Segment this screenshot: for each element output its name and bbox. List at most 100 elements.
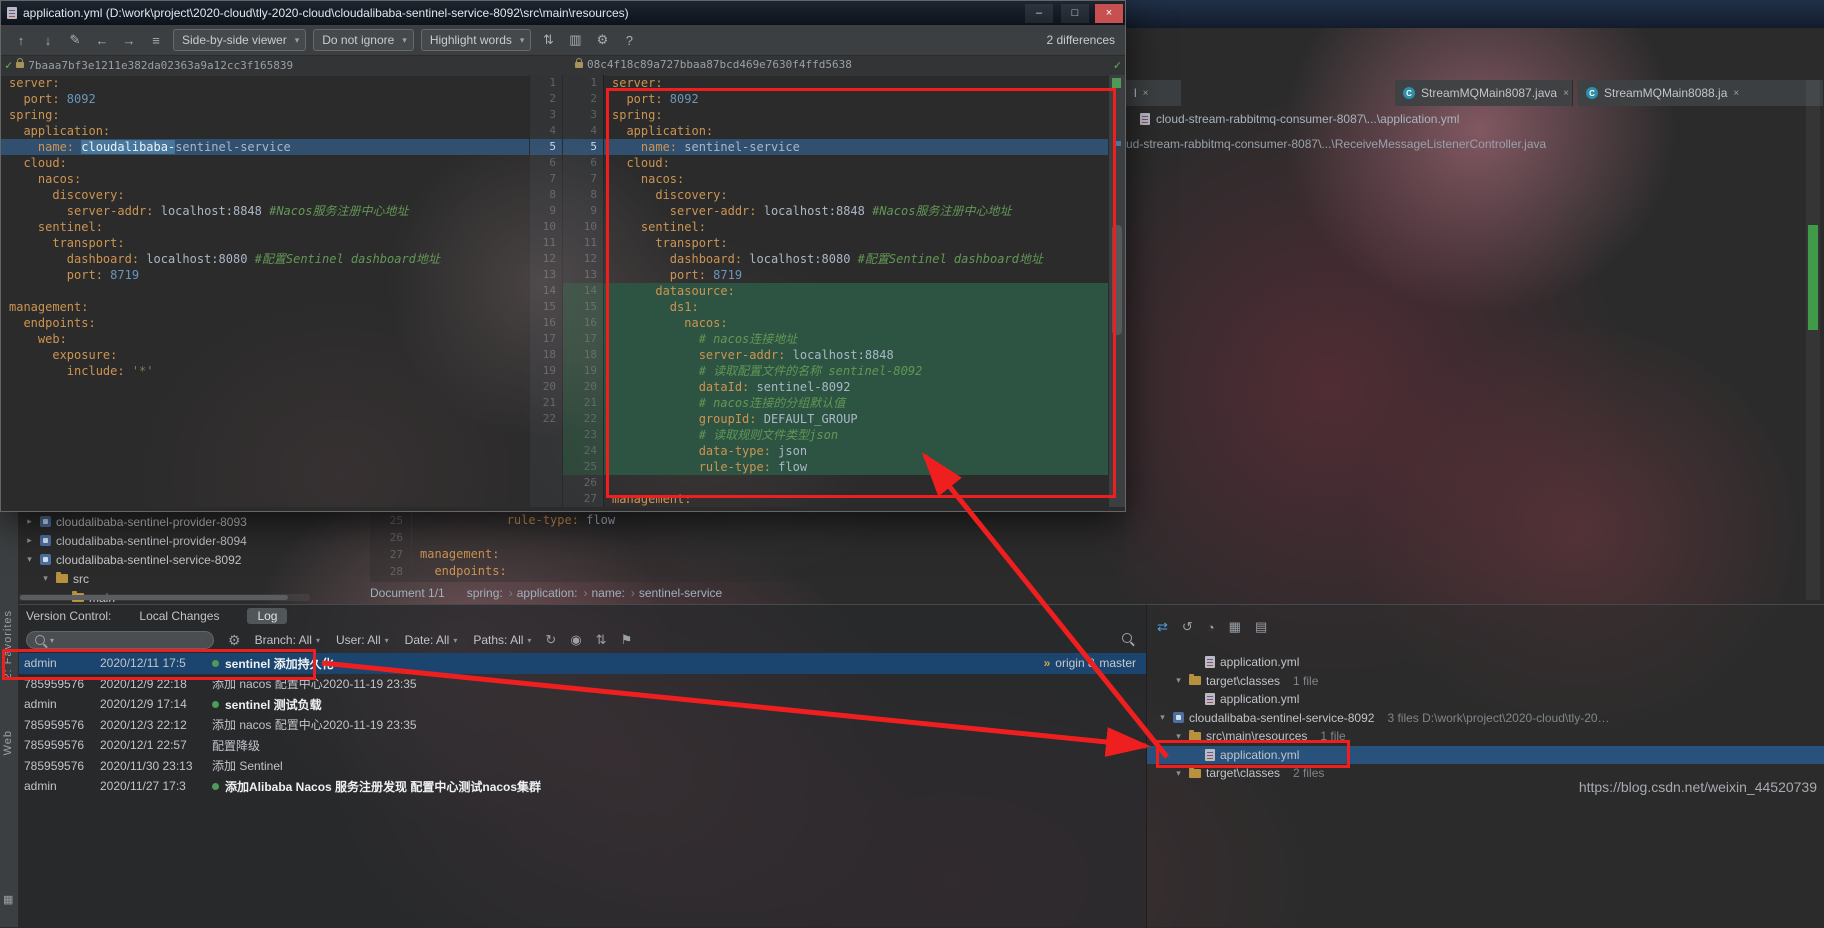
- project-tree-hscrollbar[interactable]: [18, 594, 310, 601]
- expand-arrow-icon[interactable]: ▾: [40, 573, 51, 584]
- project-tree-row[interactable]: ▸cloudalibaba-sentinel-provider-8094: [18, 531, 374, 550]
- yaml-breadcrumbs[interactable]: spring: application:name: sentinel-service: [467, 586, 728, 600]
- changed-file-row[interactable]: application.yml: [1147, 653, 1824, 672]
- sync-scroll-icon[interactable]: ⇅: [538, 32, 558, 48]
- toolwindow-grid-icon[interactable]: ▦: [3, 893, 13, 906]
- right-code-line[interactable]: sentinel:: [604, 219, 1108, 235]
- yaml-breadcrumb-item[interactable]: sentinel-service: [639, 586, 728, 600]
- prev-difference-button[interactable]: ↑: [11, 33, 31, 48]
- history-icon[interactable]: ◔: [1207, 620, 1215, 635]
- expand-arrow-icon[interactable]: ▾: [1157, 712, 1168, 723]
- project-tree-row[interactable]: ▸cloudalibaba-sentinel-provider-8093: [18, 512, 374, 531]
- project-tree-row[interactable]: ▾src: [18, 569, 374, 588]
- commit-row[interactable]: 7859595762020/12/1 22:57配置降级: [18, 735, 1146, 756]
- left-code-line[interactable]: dashboard: localhost:8080 #配置Sentinel da…: [1, 251, 529, 267]
- list-icon[interactable]: ≡: [146, 33, 166, 48]
- left-code-line[interactable]: [1, 283, 529, 299]
- right-code-line[interactable]: [604, 475, 1108, 491]
- right-code-line[interactable]: groupId: DEFAULT_GROUP: [604, 411, 1108, 427]
- close-tab-icon[interactable]: ×: [1733, 88, 1739, 99]
- right-diff-editor[interactable]: server: port: 8092spring: application: n…: [604, 75, 1108, 507]
- group-by-icon[interactable]: ▦: [1229, 619, 1241, 635]
- refresh-icon[interactable]: ↻: [545, 632, 556, 648]
- editor-code-line[interactable]: management:: [412, 546, 1126, 563]
- tab-log[interactable]: Log: [247, 608, 287, 624]
- left-code-line[interactable]: exposure:: [1, 347, 529, 363]
- right-code-line[interactable]: datasource:: [604, 283, 1108, 299]
- right-code-line[interactable]: dashboard: localhost:8080 #配置Sentinel da…: [604, 251, 1108, 267]
- right-code-line[interactable]: spring:: [604, 107, 1108, 123]
- expand-arrow-icon[interactable]: ▾: [1173, 675, 1184, 686]
- right-code-line[interactable]: ds1:: [604, 299, 1108, 315]
- left-code-line[interactable]: management:: [1, 299, 529, 315]
- project-tree-row[interactable]: ▾cloudalibaba-sentinel-service-8092: [18, 550, 374, 569]
- editor-code[interactable]: rule-type: flow management: endpoints:: [412, 512, 1126, 582]
- editor-tab[interactable]: CStreamMQMain8087.java×: [1395, 80, 1573, 106]
- right-code-line[interactable]: server:: [604, 75, 1108, 91]
- left-code-line[interactable]: application:: [1, 123, 529, 139]
- left-code-line[interactable]: port: 8092: [1, 91, 529, 107]
- compare-icon[interactable]: ⇄: [1157, 619, 1168, 635]
- right-code-line[interactable]: server-addr: localhost:8848 #Nacos服务注册中心…: [604, 203, 1108, 219]
- yaml-breadcrumb-item[interactable]: application:: [517, 586, 588, 600]
- right-code-line[interactable]: cloud:: [604, 155, 1108, 171]
- dialog-titlebar[interactable]: application.yml (D:\work\project\2020-cl…: [1, 1, 1125, 25]
- file-breadcrumb-1[interactable]: cloud-stream-rabbitmq-consumer-8087\...\…: [1140, 110, 1459, 128]
- log-search-input[interactable]: ▾: [26, 631, 214, 649]
- left-code-line[interactable]: sentinel:: [1, 219, 529, 235]
- back-icon[interactable]: ←: [92, 33, 112, 48]
- commit-row[interactable]: 7859595762020/12/3 22:12添加 nacos 配置中心202…: [18, 715, 1146, 736]
- left-code-line[interactable]: include: '*': [1, 363, 529, 379]
- toolwindow-favorites[interactable]: 2: Favorites: [2, 610, 14, 679]
- right-code-line[interactable]: # nacos连接的分组默认值: [604, 395, 1108, 411]
- close-tab-icon[interactable]: ×: [1563, 88, 1569, 99]
- right-code-line[interactable]: rule-type: flow: [604, 459, 1108, 475]
- right-code-line[interactable]: # 读取配置文件的名称 sentinel-8092: [604, 363, 1108, 379]
- right-code-line[interactable]: server-addr: localhost:8848: [604, 347, 1108, 363]
- tab-local-changes[interactable]: Local Changes: [129, 608, 229, 624]
- left-code-line[interactable]: [1, 395, 529, 411]
- right-code-line[interactable]: data-type: json: [604, 443, 1108, 459]
- yaml-breadcrumb-item[interactable]: name:: [591, 586, 634, 600]
- next-difference-button[interactable]: ↓: [38, 33, 58, 48]
- highlight-mode-dropdown[interactable]: Highlight words: [421, 29, 532, 51]
- hscroll-thumb[interactable]: [20, 595, 288, 600]
- maximize-button[interactable]: □: [1061, 4, 1089, 23]
- diff-scrollbar[interactable]: [1108, 75, 1125, 507]
- left-code-line[interactable]: [1, 411, 529, 427]
- left-diff-editor[interactable]: server: port: 8092spring: application: n…: [1, 75, 529, 507]
- left-code-line[interactable]: discovery:: [1, 187, 529, 203]
- changed-file-row[interactable]: application.yml: [1147, 746, 1824, 765]
- viewer-mode-dropdown[interactable]: Side-by-side viewer: [173, 29, 306, 51]
- forward-icon[interactable]: →: [119, 33, 139, 48]
- commit-row[interactable]: admin2020/12/11 17:5sentinel 添加持久化»origi…: [18, 653, 1146, 674]
- commit-row[interactable]: admin2020/11/27 17:3添加Alibaba Nacos 服务注册…: [18, 776, 1146, 797]
- help-icon[interactable]: ?: [619, 33, 639, 48]
- yaml-breadcrumb-item[interactable]: spring:: [467, 586, 513, 600]
- right-code-line[interactable]: name: sentinel-service: [604, 139, 1108, 155]
- left-code-line[interactable]: cloud:: [1, 155, 529, 171]
- log-find-icon[interactable]: [1122, 632, 1132, 646]
- right-code-line[interactable]: discovery:: [604, 187, 1108, 203]
- expand-arrow-icon[interactable]: ▾: [1173, 768, 1184, 779]
- editor-code-line[interactable]: rule-type: flow: [412, 512, 1126, 529]
- commit-row[interactable]: 7859595762020/12/9 22:18添加 nacos 配置中心202…: [18, 674, 1146, 695]
- right-code-line[interactable]: port: 8092: [604, 91, 1108, 107]
- sort-icon[interactable]: ⇅: [596, 632, 607, 648]
- right-code-line[interactable]: # 读取规则文件类型json: [604, 427, 1108, 443]
- log-filter[interactable]: Paths: All: [473, 633, 531, 647]
- expand-arrow-icon[interactable]: ▾: [1173, 731, 1184, 742]
- expand-arrow-icon[interactable]: ▸: [24, 516, 35, 527]
- toolwindow-web[interactable]: Web: [2, 730, 14, 755]
- right-code-line[interactable]: port: 8719: [604, 267, 1108, 283]
- left-code-line[interactable]: port: 8719: [1, 267, 529, 283]
- changed-file-row[interactable]: ▾cloudalibaba-sentinel-service-80923 fil…: [1147, 709, 1824, 728]
- right-code-line[interactable]: management:: [604, 491, 1108, 507]
- editor-code-line[interactable]: endpoints:: [412, 563, 1126, 580]
- right-code-line[interactable]: dataId: sentinel-8092: [604, 379, 1108, 395]
- minimize-button[interactable]: –: [1025, 4, 1053, 23]
- right-code-line[interactable]: application:: [604, 123, 1108, 139]
- changed-file-row[interactable]: application.yml: [1147, 690, 1824, 709]
- revert-icon[interactable]: ↺: [1182, 619, 1193, 635]
- changed-file-row[interactable]: ▾src\main\resources1 file: [1147, 727, 1824, 746]
